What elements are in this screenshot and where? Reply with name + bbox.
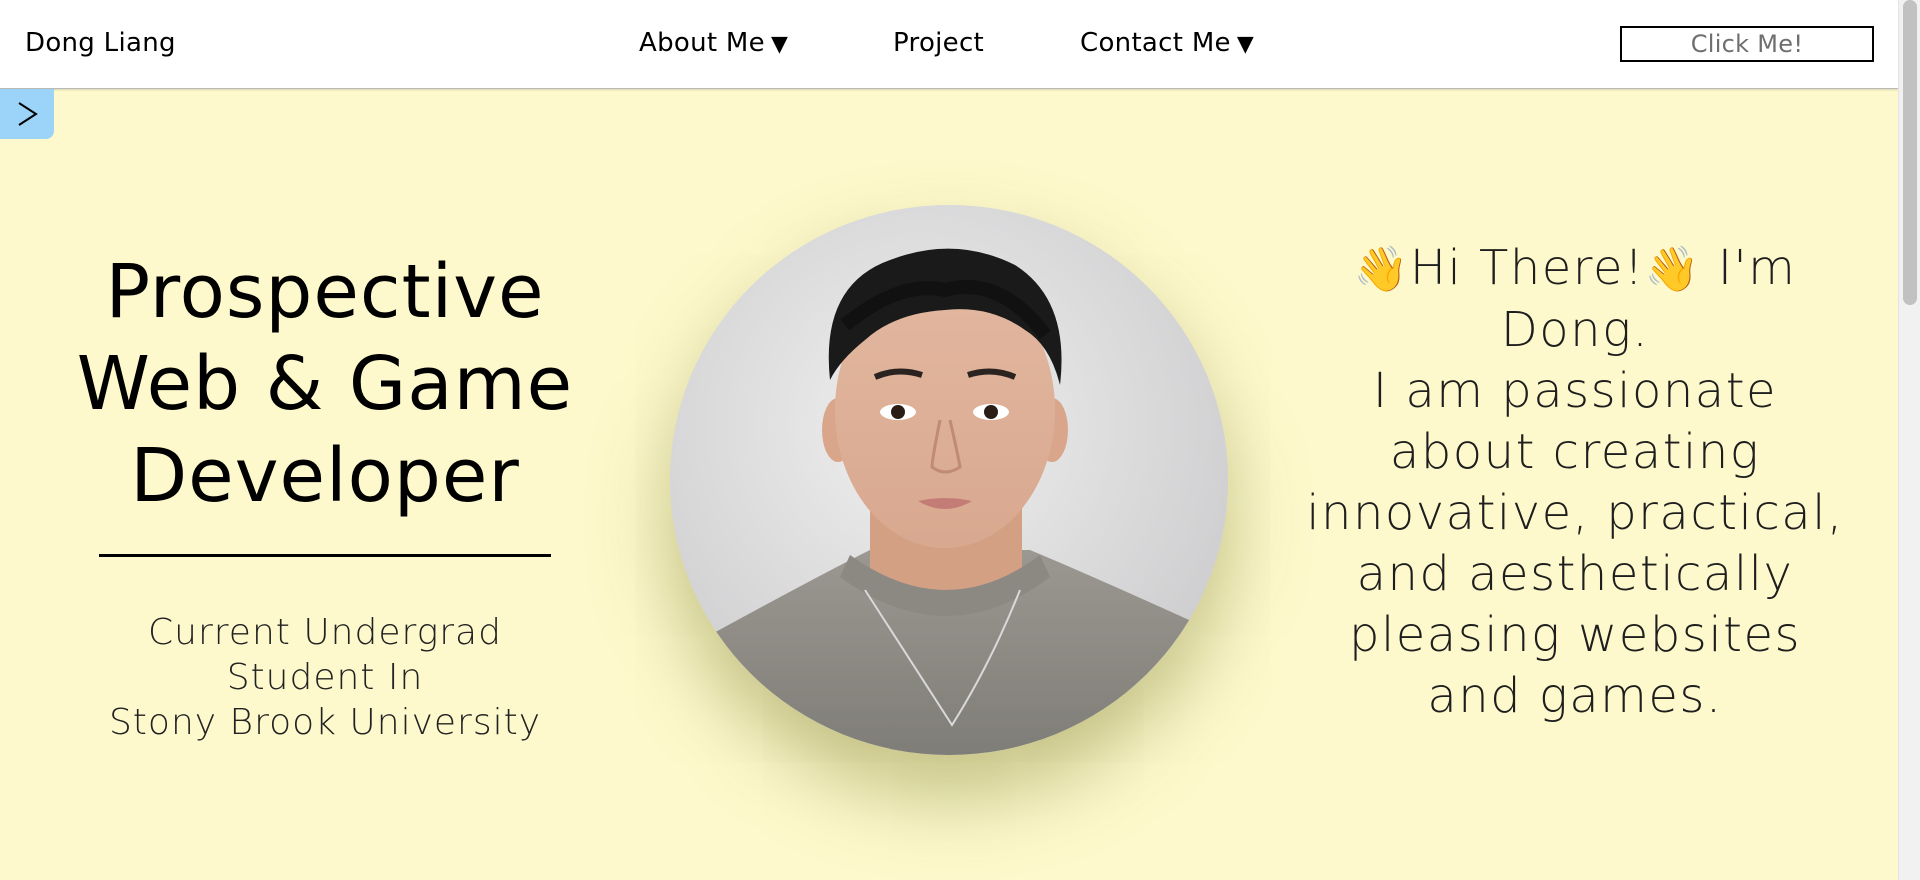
- hero-title: Prospective Web & Game Developer: [60, 246, 590, 522]
- profile-photo: [670, 205, 1228, 755]
- hero-subtitle: Current Undergrad Student In Stony Brook…: [90, 610, 560, 745]
- intro-greeting-text: Hi There!: [1409, 240, 1645, 296]
- hero-subtitle-line: Stony Brook University: [108, 702, 542, 743]
- hero-title-line: Web & Game: [76, 341, 574, 427]
- nav-project-label: Project: [893, 28, 985, 58]
- hero-subtitle-line: Current Undergrad: [148, 612, 502, 653]
- page-scrollbar[interactable]: [1898, 0, 1920, 880]
- hero-title-line: Prospective: [105, 249, 545, 335]
- hero-divider: [99, 554, 551, 557]
- site-brand[interactable]: Dong Liang: [25, 28, 176, 58]
- nav-contact-me[interactable]: Contact Me ▼: [1080, 28, 1254, 58]
- intro-greeting: 👋Hi There!👋 I'm Dong.: [1305, 238, 1845, 361]
- nav-about-me-label: About Me: [639, 28, 765, 58]
- sidebar-toggle-button[interactable]: [0, 89, 54, 139]
- dropdown-caret-icon: ▼: [770, 32, 789, 57]
- nav-about-me[interactable]: About Me ▼: [639, 28, 788, 58]
- hero-subtitle-line: Student In: [226, 657, 424, 698]
- profile-photo-illustration: [670, 205, 1228, 755]
- nav-contact-me-label: Contact Me: [1080, 28, 1231, 58]
- waving-hand-icon: 👋: [1644, 244, 1702, 295]
- click-me-button[interactable]: Click Me!: [1620, 26, 1874, 62]
- intro-text: 👋Hi There!👋 I'm Dong. I am passionate ab…: [1305, 238, 1845, 727]
- top-navbar: Dong Liang About Me ▼ Project Contact Me ▼…: [0, 0, 1898, 89]
- waving-hand-icon: 👋: [1353, 244, 1410, 295]
- chevron-right-icon: [18, 102, 38, 126]
- nav-project[interactable]: Project: [893, 28, 984, 58]
- scrollbar-thumb[interactable]: [1903, 0, 1917, 305]
- dropdown-caret-icon: ▼: [1236, 32, 1255, 57]
- hero-title-line: Developer: [130, 433, 520, 519]
- intro-body: I am passionate about creating innovativ…: [1306, 363, 1844, 724]
